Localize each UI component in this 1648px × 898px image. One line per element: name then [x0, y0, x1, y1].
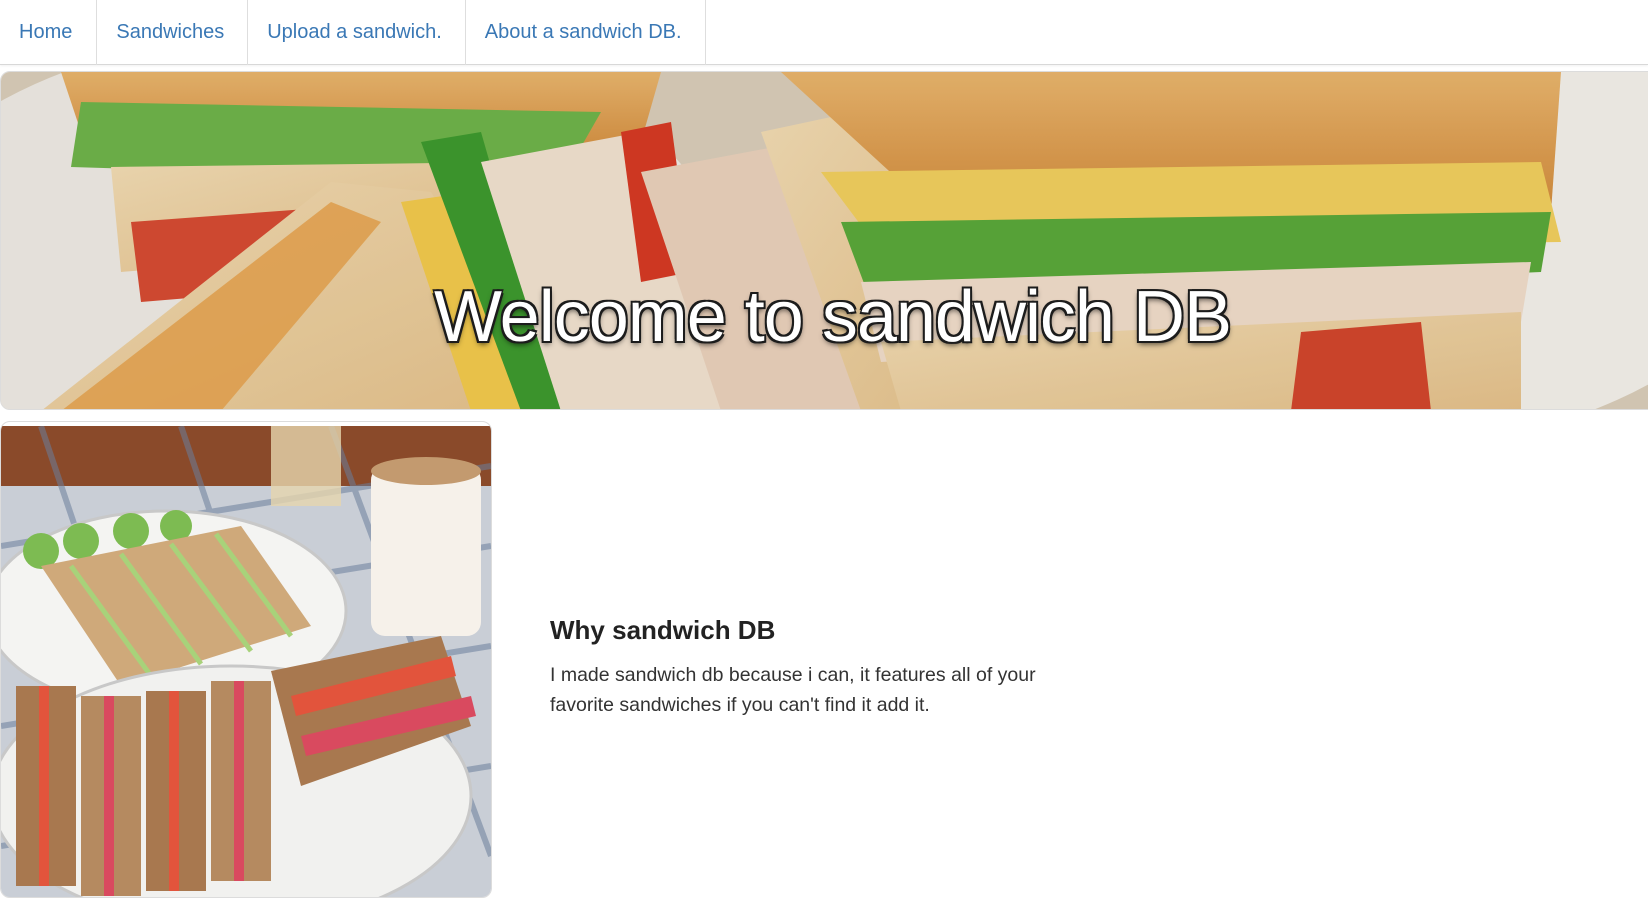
hero-title: Welcome to sandwich DB [434, 277, 1232, 357]
hero-banner: Welcome to sandwich DB [0, 71, 1648, 410]
feature-card [0, 421, 492, 898]
top-nav: Home Sandwiches Upload a sandwich. About… [0, 0, 1648, 65]
why-heading: Why sandwich DB [550, 615, 776, 645]
nav-home-link[interactable]: Home [0, 0, 98, 65]
tea-sandwiches-image [1, 426, 491, 897]
nav-sandwiches-link[interactable]: Sandwiches [97, 0, 249, 65]
why-description: I made sandwich db because i can, it fea… [550, 664, 1036, 716]
nav-upload-link[interactable]: Upload a sandwich. [248, 0, 466, 65]
nav-about-link[interactable]: About a sandwich DB. [466, 0, 706, 65]
why-section: Why sandwich DB I made sandwich db becau… [550, 615, 1070, 720]
